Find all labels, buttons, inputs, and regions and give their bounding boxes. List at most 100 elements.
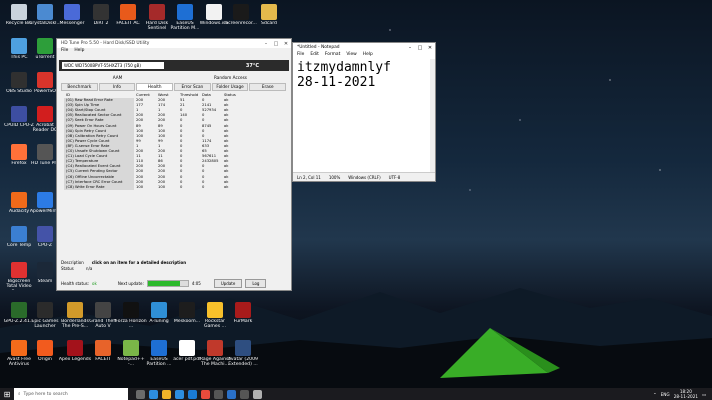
hdtune-titlebar[interactable]: HD Tune Pro 5.50 - Hard Disk/SSD Utility…: [57, 39, 291, 48]
system-tray: ⌃ ENG 18:20 28-11-2021 ▭: [653, 389, 712, 399]
menu-help[interactable]: Help: [363, 52, 373, 59]
menu-format[interactable]: Format: [325, 52, 340, 59]
drive-select[interactable]: WDC WD7500BPVT-55HXZT3 (750 gB): [62, 62, 164, 69]
text-line-1: itzmydamnlyf: [297, 60, 391, 75]
smart-table: ID Current Worst Threshold Data Status (01) R…: [61, 93, 287, 190]
hdtune-window[interactable]: HD Tune Pro 5.50 - Hard Disk/SSD Utility…: [56, 38, 292, 291]
app-icon: [11, 262, 27, 278]
app-icon: [11, 72, 27, 88]
log-button[interactable]: Log: [245, 279, 267, 288]
menu-help[interactable]: Help: [74, 48, 84, 55]
taskbar-search[interactable]: ⌕ Type here to search: [14, 388, 128, 400]
maximize-icon[interactable]: □: [271, 41, 281, 47]
app-icon: [179, 302, 195, 318]
chevron-up-icon[interactable]: ⌃: [653, 392, 657, 397]
taskbar-app-icon[interactable]: [240, 389, 249, 399]
app-icon: [11, 106, 27, 122]
app-icon: [95, 302, 111, 318]
desktop-icon-label: Origin: [38, 357, 52, 362]
tab-health[interactable]: Health: [136, 83, 174, 91]
minimize-icon[interactable]: –: [405, 45, 415, 51]
app-icon: [37, 302, 53, 318]
app-icon: [11, 144, 27, 160]
app-icon: [37, 226, 53, 242]
zoom-level: 100%: [328, 174, 341, 180]
windows-start-icon[interactable]: ⊞: [0, 388, 14, 400]
table-cell: 0: [180, 184, 183, 189]
menu-file[interactable]: File: [297, 52, 304, 59]
tab-error-scan[interactable]: Error Scan: [174, 83, 211, 91]
app-icon: [235, 302, 251, 318]
desktop-icon[interactable]: Epic Games Launcher: [28, 302, 62, 330]
app-icon: [37, 144, 53, 160]
health-value: ok: [92, 281, 97, 286]
app-icon: [37, 106, 53, 122]
app-icon: [177, 4, 193, 20]
app-icon: [67, 340, 83, 356]
cursor-position: Ln 2, Col 11: [297, 174, 321, 180]
notepad-title: *Untitled - Notepad: [297, 45, 340, 50]
menu-file[interactable]: File: [61, 48, 68, 55]
tab-benchmark[interactable]: Benchmark: [61, 83, 98, 91]
app-icon: [67, 302, 83, 318]
drive-bar: WDC WD7500BPVT-55HXZT3 (750 gB) 37°C: [59, 60, 289, 71]
language-indicator[interactable]: ENG: [661, 392, 670, 397]
next-update-label: Next update:: [117, 281, 144, 286]
taskbar-app-icon[interactable]: [162, 389, 171, 399]
search-icon: ⌕: [18, 392, 21, 397]
app-icon: [95, 340, 111, 356]
tab-erase[interactable]: Erase: [249, 83, 287, 91]
tab-aam[interactable]: AAM: [61, 75, 174, 82]
menu-edit[interactable]: Edit: [310, 52, 319, 59]
app-icon: [11, 4, 27, 20]
tab-info[interactable]: Info: [98, 83, 136, 91]
desktop-icon[interactable]: Origin: [28, 340, 62, 362]
health-footer: Health status: ok Next update: 4:05 Upda…: [61, 279, 287, 288]
temperature-readout: 37°C: [245, 62, 259, 69]
status-value: n/a: [86, 266, 93, 271]
table-row[interactable]: (C8) Write Error Rate 100 100 0 0 ok: [61, 184, 287, 190]
maximize-icon[interactable]: □: [415, 45, 425, 51]
table-cell: (C8) Write Error Rate: [64, 184, 134, 190]
description-text: click on an item for a detailed descript…: [91, 260, 187, 265]
desktop-icon-label: Avatar (2009 Extended) ...: [228, 357, 258, 368]
notification-icon[interactable]: ▭: [702, 392, 706, 397]
minimize-icon[interactable]: –: [261, 41, 271, 47]
update-button[interactable]: Update: [213, 279, 243, 288]
next-update-time: 4:05: [191, 281, 201, 286]
clock[interactable]: 18:20 28-11-2021: [674, 389, 698, 399]
taskbar-app-icon[interactable]: [201, 389, 210, 399]
desktop-icon-label: FurMark: [233, 319, 253, 324]
app-icon: [149, 4, 165, 20]
app-icon: [11, 226, 27, 242]
app-icon: [207, 340, 223, 356]
menu-view[interactable]: View: [346, 52, 356, 59]
taskbar-app-icon[interactable]: [227, 389, 236, 399]
taskbar-app-icon[interactable]: [214, 389, 223, 399]
taskbar-app-icon[interactable]: [188, 389, 197, 399]
desktop-icon[interactable]: Avatar (2009 Extended) ...: [226, 340, 260, 368]
notepad-text-area[interactable]: itzmydamnlyf 28-11-2021: [297, 60, 391, 90]
close-icon[interactable]: ✕: [281, 41, 291, 47]
app-icon: [207, 302, 223, 318]
taskbar-app-icon[interactable]: [253, 389, 262, 399]
vertical-scrollbar[interactable]: [430, 59, 435, 172]
tab-random-access[interactable]: Random Access: [174, 75, 287, 82]
taskbar-app-icon[interactable]: [149, 389, 158, 399]
app-icon: [37, 4, 53, 20]
taskbar-app-icon[interactable]: [175, 389, 184, 399]
desktop-icon[interactable]: FurMark: [226, 302, 260, 324]
close-icon[interactable]: ✕: [425, 45, 435, 51]
desktop-icon[interactable]: Sdcard: [252, 4, 286, 26]
app-icon: [11, 340, 27, 356]
app-icon: [123, 340, 139, 356]
table-cell: 100: [136, 184, 144, 189]
taskbar: ⊞ ⌕ Type here to search ⌃ ENG 18:20 28-11…: [0, 388, 712, 400]
notepad-menu: File Edit Format View Help: [293, 52, 435, 59]
notepad-titlebar[interactable]: *Untitled - Notepad – □ ✕: [293, 43, 435, 52]
notepad-window[interactable]: *Untitled - Notepad – □ ✕ File Edit Format…: [292, 42, 436, 182]
taskbar-app-icon[interactable]: [136, 389, 145, 399]
app-icon: [233, 4, 249, 20]
tab-folder-usage[interactable]: Folder Usage: [211, 83, 249, 91]
app-icon: [37, 340, 53, 356]
